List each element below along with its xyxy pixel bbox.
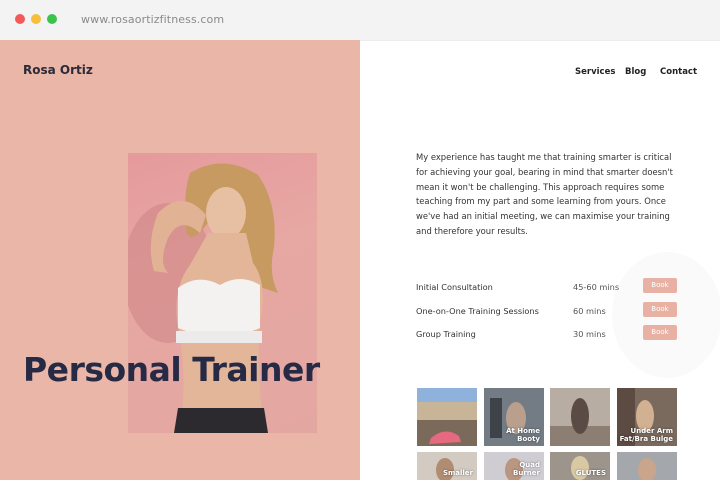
thumbnail-caption: GLUTES [575,469,606,477]
thumbnail-caption: Under Arm Fat/Bra Bulge [619,427,673,443]
nav-services-link[interactable]: Services [575,67,615,77]
book-group-training-button[interactable]: Book [643,325,677,340]
nav-contact-link[interactable]: Contact [660,67,697,77]
thumbnail-caption: Quad Burner [513,461,540,477]
maximize-window-button[interactable] [47,14,57,24]
gallery-thumbnail[interactable]: Under Arm Fat/Bra Bulge [617,388,677,446]
service-name: Initial Consultation [416,282,493,292]
gallery-thumbnail[interactable] [417,388,477,446]
browser-toolbar: www.rosaortizfitness.com [0,0,720,41]
service-name: Group Training [416,329,476,339]
service-duration: 45-60 mins [573,282,620,292]
intro-paragraph: My experience has taught me that trainin… [416,152,673,236]
hero-title: Personal Trainer [23,350,320,389]
gallery-thumbnail[interactable]: Smaller [417,452,477,480]
nav-blog-link[interactable]: Blog [625,67,646,77]
hero-photo [128,153,317,433]
gallery-thumbnail[interactable] [550,388,610,446]
minimize-window-button[interactable] [31,14,41,24]
service-duration: 60 mins [573,306,606,316]
thumbnail-caption: At Home Booty [506,427,540,443]
service-duration: 30 mins [573,329,606,339]
gallery-thumbnail[interactable]: Quad Burner [484,452,544,480]
book-initial-consultation-button[interactable]: Book [643,278,677,293]
address-bar[interactable]: www.rosaortizfitness.com [81,13,224,26]
gallery-thumbnail[interactable]: At Home Booty [484,388,544,446]
thumbnail-caption: Smaller [442,469,473,477]
brand-logo[interactable]: Rosa Ortiz [23,63,93,77]
book-one-on-one-button[interactable]: Book [643,302,677,317]
close-window-button[interactable] [15,14,25,24]
service-name: One-on-One Training Sessions [416,306,539,316]
gallery-thumbnail[interactable]: GLUTES [550,452,610,480]
gallery-thumbnail[interactable] [617,452,677,480]
